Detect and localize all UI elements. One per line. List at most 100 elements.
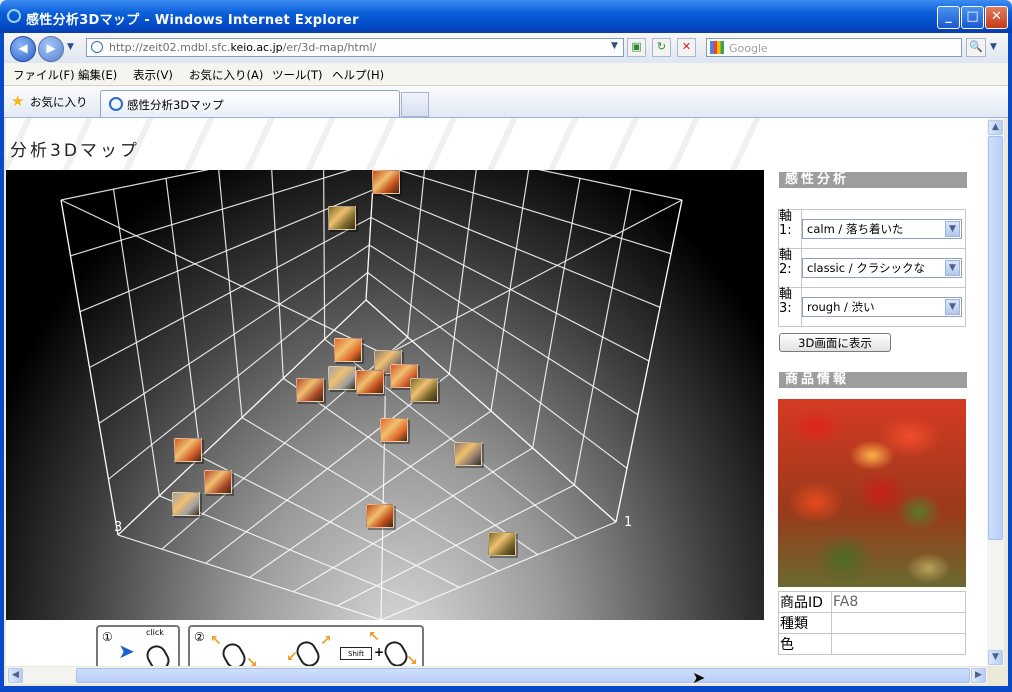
product-type-label: 種類 xyxy=(778,612,832,634)
scroll-left-button[interactable]: ◀ xyxy=(8,668,23,683)
google-logo-icon xyxy=(710,41,724,54)
tab-ie-icon xyxy=(109,97,123,111)
menu-favorites[interactable]: お気に入り(A) xyxy=(189,67,263,83)
search-box[interactable]: Google xyxy=(706,38,962,57)
close-button[interactable]: ✕ xyxy=(985,6,1008,29)
browser-tab[interactable]: 感性分析3Dマップ xyxy=(100,90,400,117)
step2-number: ② xyxy=(194,630,205,644)
axis-1-select[interactable]: calm / 落ち着いた ▼ xyxy=(802,219,962,239)
product-cube[interactable] xyxy=(366,504,394,528)
pointer-icon: ➤ xyxy=(118,639,135,663)
axis-3-label: 軸3: xyxy=(778,287,802,327)
forward-button[interactable]: ▶ xyxy=(38,36,64,62)
axis-row-3: 軸3: rough / 渋い ▼ xyxy=(778,287,966,327)
address-dropdown-icon[interactable]: ▼ xyxy=(605,38,624,57)
axis-2-select[interactable]: classic / クラシックな ▼ xyxy=(802,258,962,278)
3d-map-viewport[interactable]: 3 1 xyxy=(6,170,764,620)
product-cube[interactable] xyxy=(172,492,200,516)
scroll-up-button[interactable]: ▲ xyxy=(988,120,1003,135)
info-row-color: 色 xyxy=(778,633,966,655)
page-header: 分析3Dマップ xyxy=(6,118,766,170)
refresh-icon[interactable]: ↻ xyxy=(652,38,671,57)
chevron-down-icon[interactable]: ▼ xyxy=(945,260,960,276)
product-id-label: 商品ID xyxy=(778,591,832,613)
grid-line xyxy=(271,170,284,379)
product-cube[interactable] xyxy=(410,378,438,402)
grid-line xyxy=(89,216,372,369)
horizontal-scroll-thumb[interactable] xyxy=(76,668,970,683)
menu-bar: ファイル(F) 編集(E) 表示(V) お気に入り(A) ツール(T) ヘルプ(… xyxy=(4,63,1008,86)
show-3d-button[interactable]: 3D画面に表示 xyxy=(779,333,891,352)
minimize-button[interactable]: _ xyxy=(937,6,960,29)
window-frame-bottom xyxy=(0,686,1012,692)
product-cube[interactable] xyxy=(380,418,408,442)
title-bar[interactable]: 感性分析3Dマップ - Windows Internet Explorer _ … xyxy=(0,0,1012,33)
product-cube[interactable] xyxy=(296,378,324,402)
mouse-icon xyxy=(142,641,174,666)
box-edge xyxy=(380,354,387,620)
favorites-star-icon[interactable]: ★ xyxy=(11,92,24,110)
chevron-down-icon[interactable]: ▼ xyxy=(945,221,960,237)
axis-label-1: 1 xyxy=(624,515,633,530)
product-cube[interactable] xyxy=(334,338,362,362)
compatibility-view-icon[interactable]: ▣ xyxy=(627,38,646,57)
info-row-type: 種類 xyxy=(778,612,966,634)
maximize-button[interactable]: □ xyxy=(961,6,984,29)
axis-3-select[interactable]: rough / 渋い ▼ xyxy=(802,297,962,317)
grid-line xyxy=(573,189,632,486)
product-cube[interactable] xyxy=(204,470,232,494)
product-cube[interactable] xyxy=(328,206,356,230)
chevron-down-icon[interactable]: ▼ xyxy=(945,299,960,315)
product-color-label: 色 xyxy=(778,633,832,655)
window-title: 感性分析3Dマップ - Windows Internet Explorer xyxy=(26,13,359,28)
grid-line xyxy=(448,170,477,375)
3d-grid xyxy=(60,170,683,620)
pan-arrow-icon-2: ↘ xyxy=(406,653,418,666)
drag-arrow-icon-2: ↘ xyxy=(246,655,258,666)
product-cube[interactable] xyxy=(174,438,202,462)
product-color-value xyxy=(831,633,966,655)
address-bar[interactable]: http://zeit02.mdbl.sfc.keio.ac.jp/er/3d-… xyxy=(86,38,624,57)
window-frame-left xyxy=(0,33,4,692)
product-id-value: FA8 xyxy=(831,591,966,613)
instruction-drag-panel: ② ↖ ↘ ↙ ↗ Shift + ↖ ↘ xyxy=(188,625,424,666)
axis-1-value: calm / 落ち着いた xyxy=(807,222,904,236)
product-cube[interactable] xyxy=(454,442,482,466)
grid-line xyxy=(98,244,370,424)
scroll-down-button[interactable]: ▼ xyxy=(988,650,1003,665)
search-options-icon[interactable]: ▼ xyxy=(990,42,997,52)
vertical-scroll-thumb[interactable] xyxy=(988,136,1003,540)
plus-sign: + xyxy=(374,645,385,659)
back-button[interactable]: ◀ xyxy=(10,36,36,62)
scroll-right-button[interactable]: ▶ xyxy=(971,668,986,683)
menu-tools[interactable]: ツール(T) xyxy=(272,67,323,83)
product-cube[interactable] xyxy=(372,170,400,194)
favorites-button[interactable]: お気に入り xyxy=(30,94,88,110)
grid-line xyxy=(407,170,426,338)
search-placeholder: Google xyxy=(729,42,768,55)
box-edge xyxy=(615,199,683,523)
product-type-value xyxy=(831,612,966,634)
history-dropdown-icon[interactable]: ▼ xyxy=(67,42,74,52)
info-row-id: 商品ID FA8 xyxy=(778,591,966,613)
grid-line xyxy=(323,170,326,340)
menu-file[interactable]: ファイル(F) xyxy=(13,67,75,83)
new-tab-button[interactable] xyxy=(401,92,429,117)
menu-view[interactable]: 表示(V) xyxy=(133,67,173,83)
product-cube[interactable] xyxy=(488,532,516,556)
grid-line xyxy=(365,299,617,523)
box-edge xyxy=(385,199,683,356)
step1-number: ① xyxy=(102,630,113,644)
axis-label-3: 3 xyxy=(114,520,123,535)
product-info-heading: 商品情報 xyxy=(779,372,967,388)
click-label: click xyxy=(146,628,164,637)
search-button[interactable]: 🔍 xyxy=(966,38,986,57)
product-cube[interactable] xyxy=(328,366,356,390)
axis-2-label: 軸2: xyxy=(778,248,802,288)
product-cube[interactable] xyxy=(356,370,384,394)
analysis-heading: 感性分析 xyxy=(779,172,967,188)
menu-help[interactable]: ヘルプ(H) xyxy=(332,67,384,83)
stop-icon[interactable]: ✕ xyxy=(677,38,696,57)
axis-1-label: 軸1: xyxy=(778,209,802,249)
menu-edit[interactable]: 編集(E) xyxy=(78,67,117,83)
